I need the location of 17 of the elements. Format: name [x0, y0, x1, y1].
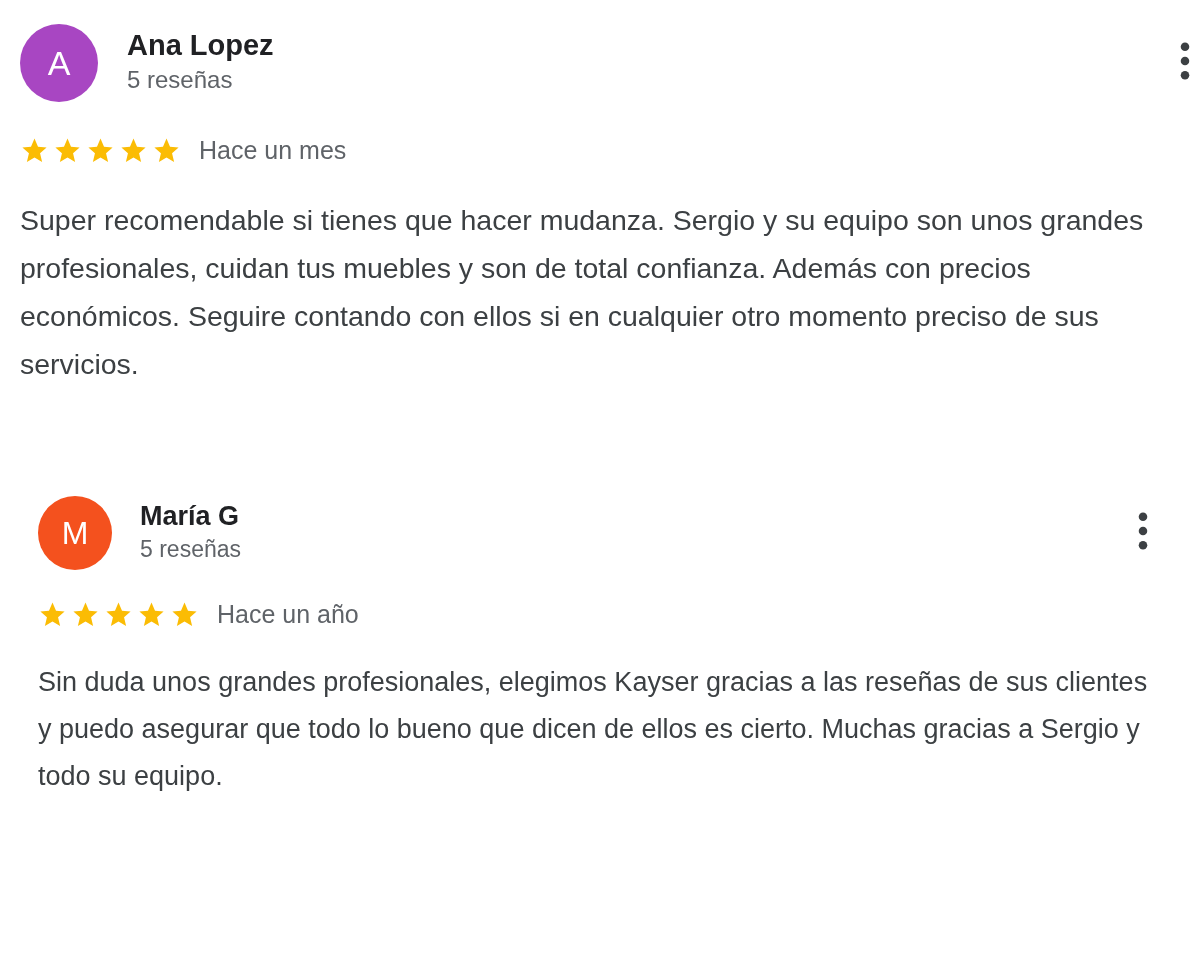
review-count: 5 reseñas — [127, 65, 234, 95]
star-icon — [38, 599, 67, 629]
review-date: Hace un año — [217, 598, 359, 630]
more-options-icon[interactable] — [1138, 511, 1148, 550]
review-count: 5 reseñas — [140, 534, 241, 564]
review-date: Hace un mes — [199, 135, 347, 166]
reviewer-name: María G — [140, 499, 241, 533]
star-icon — [137, 599, 166, 629]
review-text: Super recomendable si tienes que hacer mudanza. Sergio y su equipo son unos grandes profesionales, cuidan tus muebles y son de total confianza. Además con precios económicos. Seguire contando con ellos si en cualquier otro momento preciso de sus servicios. — [20, 202, 1145, 382]
more-options-icon[interactable] — [1180, 42, 1190, 80]
star-icon — [71, 599, 100, 629]
review-text: Sin duda unos grandes profesionales, elegimos Kayser gracias a las reseñas de sus clientes y puedo asegurar que todo lo bueno que dicen de ellos es cierto. Muchas gracias a Sergio y todo su equipo. — [38, 666, 1148, 793]
star-icon — [104, 599, 133, 629]
avatar: M — [38, 495, 112, 570]
avatar: A — [20, 24, 98, 102]
star-icon — [170, 599, 199, 629]
reviewer-name: Ana Lopez — [127, 28, 274, 63]
